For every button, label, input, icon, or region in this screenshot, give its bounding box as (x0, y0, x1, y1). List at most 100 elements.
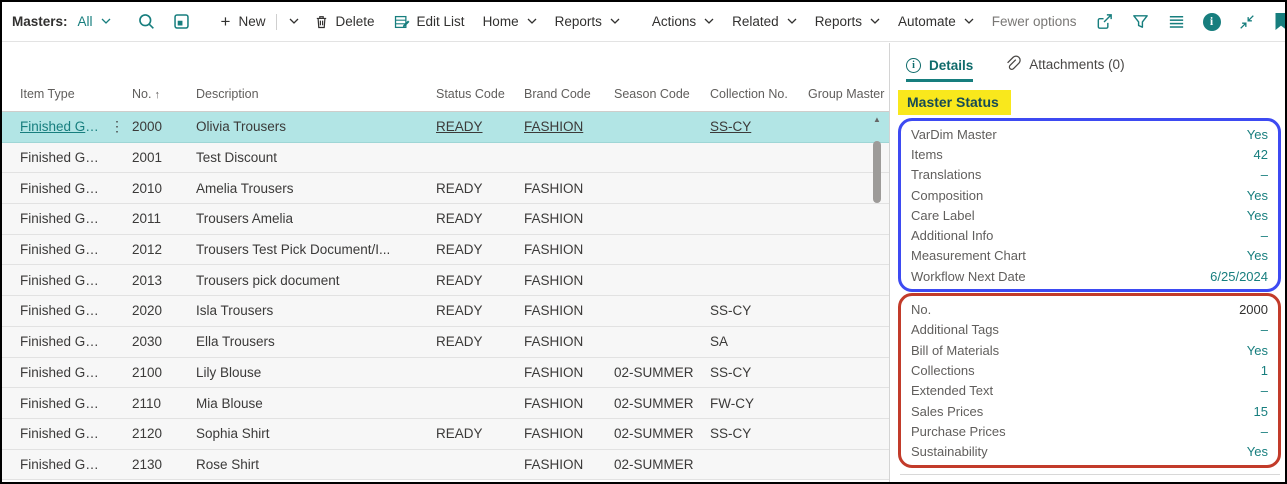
field-value[interactable]: – (1261, 167, 1268, 182)
fewer-options-button[interactable]: Fewer options (992, 14, 1077, 29)
scrollbar-thumb[interactable] (873, 141, 881, 203)
scroll-up-icon[interactable]: ▲ (871, 115, 883, 124)
brand-code-cell[interactable]: FASHION (524, 365, 614, 380)
description-cell[interactable]: Test Discount (196, 150, 436, 165)
item-type-link[interactable]: Finished Goods (20, 150, 110, 165)
column-header-season-code[interactable]: Season Code (614, 87, 710, 101)
description-cell[interactable]: Sophia Shirt (196, 426, 436, 441)
tab-details[interactable]: i Details (906, 58, 973, 82)
column-header-group-master[interactable]: Group Master (808, 87, 889, 101)
item-type-link[interactable]: Finished Goods (20, 211, 110, 226)
no-cell[interactable]: 2001 (132, 150, 196, 165)
edit-list-button[interactable]: Edit List (393, 13, 465, 31)
factbox-field-row[interactable]: Workflow Next Date 6/25/2024 (911, 266, 1268, 286)
actions-menu[interactable]: Actions (652, 14, 714, 29)
brand-code-cell[interactable]: FASHION (524, 242, 614, 257)
table-row[interactable]: Finished Goods ⋮ 2013 Trousers pick docu… (2, 265, 889, 296)
item-type-link[interactable]: Finished Goods (20, 242, 110, 257)
item-type-link[interactable]: Finished Goods (20, 457, 110, 472)
description-cell[interactable]: Amelia Trousers (196, 181, 436, 196)
description-cell[interactable]: Rose Shirt (196, 457, 436, 472)
item-type-link[interactable]: Finished Goods (20, 273, 110, 288)
field-value[interactable]: Yes (1247, 208, 1268, 223)
table-row[interactable]: Finished Goods ⋮ 2010 Amelia Trousers RE… (2, 173, 889, 204)
field-value[interactable]: – (1261, 424, 1268, 439)
table-row[interactable]: Finished Goods ⋮ 2130 Rose Shirt FASHION… (2, 450, 889, 481)
status-code-cell[interactable]: READY (436, 334, 524, 349)
brand-code-cell[interactable]: FASHION (524, 119, 614, 134)
filter-button[interactable] (1131, 12, 1150, 31)
collection-no-cell[interactable]: SS-CY (710, 119, 808, 134)
description-cell[interactable]: Trousers Amelia (196, 211, 436, 226)
item-type-link[interactable]: Finished Goods (20, 181, 110, 196)
factbox-field-row[interactable]: Purchase Prices – (911, 421, 1268, 441)
automate-menu[interactable]: Automate (898, 14, 974, 29)
description-cell[interactable]: Lily Blouse (196, 365, 436, 380)
factbox-field-row[interactable]: Sustainability Yes (911, 441, 1268, 461)
brand-code-cell[interactable]: FASHION (524, 181, 614, 196)
item-type-link[interactable]: Finished Goods (20, 334, 110, 349)
factbox-field-row[interactable]: Composition Yes (911, 185, 1268, 205)
home-menu[interactable]: Home (483, 14, 537, 29)
table-row[interactable]: Finished Goods ⋮ 2110 Mia Blouse FASHION… (2, 388, 889, 419)
season-code-cell[interactable]: 02-SUMMER (614, 365, 710, 380)
no-cell[interactable]: 2110 (132, 396, 196, 411)
table-scrollbar[interactable]: ▲ (871, 113, 883, 482)
factbox-field-row[interactable]: Items 42 (911, 144, 1268, 164)
item-type-link[interactable]: Finished Goods (20, 119, 110, 134)
table-row[interactable]: Finished Goods ⋮ 2030 Ella Trousers READ… (2, 327, 889, 358)
description-cell[interactable]: Ella Trousers (196, 334, 436, 349)
brand-code-cell[interactable]: FASHION (524, 396, 614, 411)
field-value[interactable]: Yes (1247, 127, 1268, 142)
factbox-field-row[interactable]: Extended Text – (911, 381, 1268, 401)
item-type-link[interactable]: Finished Goods (20, 303, 110, 318)
field-value[interactable]: 15 (1254, 404, 1268, 419)
item-type-link[interactable]: Finished Goods (20, 365, 110, 380)
description-cell[interactable]: Olivia Trousers (196, 119, 436, 134)
collection-no-cell[interactable]: SA (710, 334, 808, 349)
season-code-cell[interactable]: 02-SUMMER (614, 457, 710, 472)
collection-no-cell[interactable]: SS-CY (710, 303, 808, 318)
brand-code-cell[interactable]: FASHION (524, 211, 614, 226)
row-ellipsis-icon[interactable]: ⋮ (110, 118, 122, 135)
view-filter-button[interactable]: All (78, 14, 111, 29)
no-cell[interactable]: 2100 (132, 365, 196, 380)
description-cell[interactable]: Isla Trousers (196, 303, 436, 318)
field-value[interactable]: Yes (1247, 248, 1268, 263)
factbox-field-row[interactable]: Sales Prices 15 (911, 401, 1268, 421)
column-header-no[interactable]: No.↑ (132, 87, 196, 101)
status-code-cell[interactable]: READY (436, 211, 524, 226)
no-cell[interactable]: 2120 (132, 426, 196, 441)
bookmark-button[interactable] (1273, 12, 1287, 31)
factbox-field-row[interactable]: Bill of Materials Yes (911, 340, 1268, 360)
table-row[interactable]: Finished Goods ⋮ 2000 Olivia Trousers RE… (2, 112, 889, 143)
collection-no-cell[interactable]: SS-CY (710, 365, 808, 380)
factbox-field-row[interactable]: No. 2000 (911, 299, 1268, 319)
search-button[interactable] (137, 12, 156, 31)
table-row[interactable]: Finished Goods ⋮ 2120 Sophia Shirt READY… (2, 419, 889, 450)
no-cell[interactable]: 2020 (132, 303, 196, 318)
field-value[interactable]: 6/25/2024 (1210, 269, 1268, 284)
column-header-brand-code[interactable]: Brand Code (524, 87, 614, 101)
factbox-field-row[interactable]: Care Label Yes (911, 205, 1268, 225)
description-cell[interactable]: Mia Blouse (196, 396, 436, 411)
season-code-cell[interactable]: 02-SUMMER (614, 426, 710, 441)
table-row[interactable]: Finished Goods ⋮ 2012 Trousers Test Pick… (2, 235, 889, 266)
description-cell[interactable]: Trousers pick document (196, 273, 436, 288)
table-row[interactable]: Finished Goods ⋮ 2011 Trousers Amelia RE… (2, 204, 889, 235)
no-cell[interactable]: 2011 (132, 211, 196, 226)
brand-code-cell[interactable]: FASHION (524, 273, 614, 288)
factbox-field-row[interactable]: Collections 1 (911, 360, 1268, 380)
collection-no-cell[interactable]: SS-CY (710, 426, 808, 441)
season-code-cell[interactable]: 02-SUMMER (614, 396, 710, 411)
brand-code-cell[interactable]: FASHION (524, 303, 614, 318)
share-button[interactable] (1095, 12, 1114, 31)
status-code-cell[interactable]: READY (436, 242, 524, 257)
no-cell[interactable]: 2010 (132, 181, 196, 196)
item-type-link[interactable]: Finished Goods (20, 396, 110, 411)
no-cell[interactable]: 2000 (132, 119, 196, 134)
new-button[interactable]: + New (221, 13, 299, 30)
field-value[interactable]: Yes (1247, 343, 1268, 358)
status-code-cell[interactable]: READY (436, 303, 524, 318)
field-value[interactable]: Yes (1247, 188, 1268, 203)
